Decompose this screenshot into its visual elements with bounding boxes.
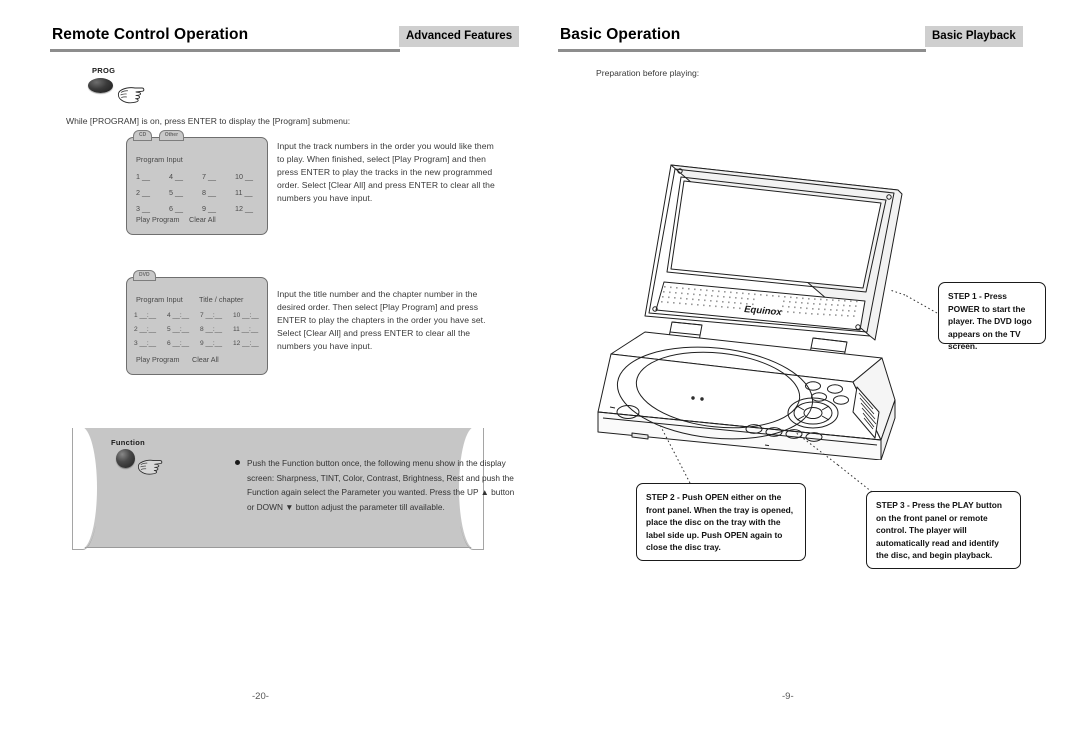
callout-step-3: STEP 3 - Press the PLAY button on the fr… (866, 491, 1021, 569)
function-banner: Function Push the Function button once, … (71, 427, 514, 550)
dvd-osd-title: Program Input (136, 295, 183, 304)
pointing-hand-icon (137, 459, 163, 475)
osd-entry[interactable]: 10 __ (235, 172, 269, 181)
osd-tab-dvd[interactable]: DVD (133, 270, 156, 281)
cd-play-program-option[interactable]: Play Program (136, 215, 180, 224)
dvd-program-description: Input the title number and the chapter n… (277, 289, 486, 351)
osd-tab-other[interactable]: Other (158, 130, 185, 141)
prog-button-label: PROG (92, 66, 116, 75)
page-title: Remote Control Operation (52, 26, 249, 43)
osd-entry[interactable]: 6 __ (169, 204, 202, 213)
osd-tab-cd[interactable]: CD (133, 130, 153, 141)
osd-entry[interactable]: 6 __:__ (167, 340, 200, 347)
osd-entry[interactable]: 7 __:__ (200, 312, 233, 319)
page-title: Basic Operation (560, 26, 681, 43)
function-button-label: Function (111, 438, 146, 447)
dvd-osd-tabs: DVD (133, 270, 158, 281)
left-page: Remote Control Operation Advanced Featur… (0, 0, 540, 732)
cd-program-description: Input the track numbers in the order you… (277, 141, 495, 203)
prog-button-illustration: PROG (88, 66, 158, 108)
left-page-number: -20- (252, 691, 269, 702)
right-page-header: Basic Operation Basic Playback (558, 26, 1040, 56)
header-rule (558, 49, 926, 52)
function-description: Push the Function button once, the follo… (247, 458, 515, 512)
osd-entry[interactable]: 11 __ (235, 188, 269, 197)
osd-entry[interactable]: 4 __ (169, 172, 202, 181)
cd-osd-title: Program Input (136, 155, 183, 164)
dvd-osd-entry-grid: 1 __:__ 4 __:__ 7 __:__ 10 __:__ 2 __:__… (134, 312, 264, 347)
osd-entry[interactable]: 12 __:__ (233, 340, 267, 347)
osd-entry[interactable]: 3 __:__ (134, 340, 167, 347)
section-badge: Advanced Features (399, 26, 520, 47)
osd-entry[interactable]: 5 __ (169, 188, 202, 197)
dvd-clear-all-option[interactable]: Clear All (192, 355, 219, 364)
right-page-number: -9- (782, 691, 794, 702)
osd-entry[interactable]: 2 __:__ (134, 326, 167, 333)
left-page-header: Remote Control Operation Advanced Featur… (50, 26, 520, 56)
section-badge: Basic Playback (925, 26, 1023, 47)
osd-entry[interactable]: 1 __ (136, 172, 169, 181)
header-rule (50, 49, 400, 52)
osd-entry[interactable]: 11 __:__ (233, 326, 267, 333)
osd-entry[interactable]: 4 __:__ (167, 312, 200, 319)
program-intro-text: While [PROGRAM] is on, press ENTER to di… (66, 116, 351, 126)
round-remote-button-icon[interactable] (116, 449, 135, 468)
dvd-osd-subtitle: Title / chapter (199, 295, 244, 304)
osd-entry[interactable]: 8 __ (202, 188, 235, 197)
function-bullet-icon (235, 460, 240, 465)
osd-entry[interactable]: 2 __ (136, 188, 169, 197)
dvd-program-osd: DVD Program Input Title / chapter 1 __:_… (126, 270, 268, 375)
preparation-text: Preparation before playing: (596, 68, 700, 78)
cd-clear-all-option[interactable]: Clear All (189, 215, 216, 224)
callout-step-1: STEP 1 - Press POWER to start the player… (938, 282, 1046, 351)
portable-dvd-player-illustration: Equinox (597, 164, 903, 460)
osd-entry[interactable]: 1 __:__ (134, 312, 167, 319)
osd-entry[interactable]: 7 __ (202, 172, 235, 181)
cd-osd-entry-grid: 1 __ 4 __ 7 __ 10 __ 2 __ 5 __ 8 __ 11 _… (136, 172, 260, 213)
osd-entry[interactable]: 12 __ (235, 204, 269, 213)
osd-entry[interactable]: 9 __:__ (200, 340, 233, 347)
callout-step-2: STEP 2 - Push OPEN either on the front p… (636, 483, 806, 561)
pointing-hand-icon (117, 87, 145, 104)
osd-entry[interactable]: 3 __ (136, 204, 169, 213)
osd-entry[interactable]: 5 __:__ (167, 326, 200, 333)
dvd-play-program-option[interactable]: Play Program (136, 355, 180, 364)
osd-entry[interactable]: 8 __:__ (200, 326, 233, 333)
cd-osd-tabs: CD Other (133, 130, 186, 141)
osd-entry[interactable]: 10 __:__ (233, 312, 267, 319)
osd-entry[interactable]: 9 __ (202, 204, 235, 213)
cd-program-osd: CD Other Program Input 1 __ 4 __ 7 __ 10… (126, 130, 268, 235)
oval-remote-button-icon[interactable] (88, 78, 113, 93)
